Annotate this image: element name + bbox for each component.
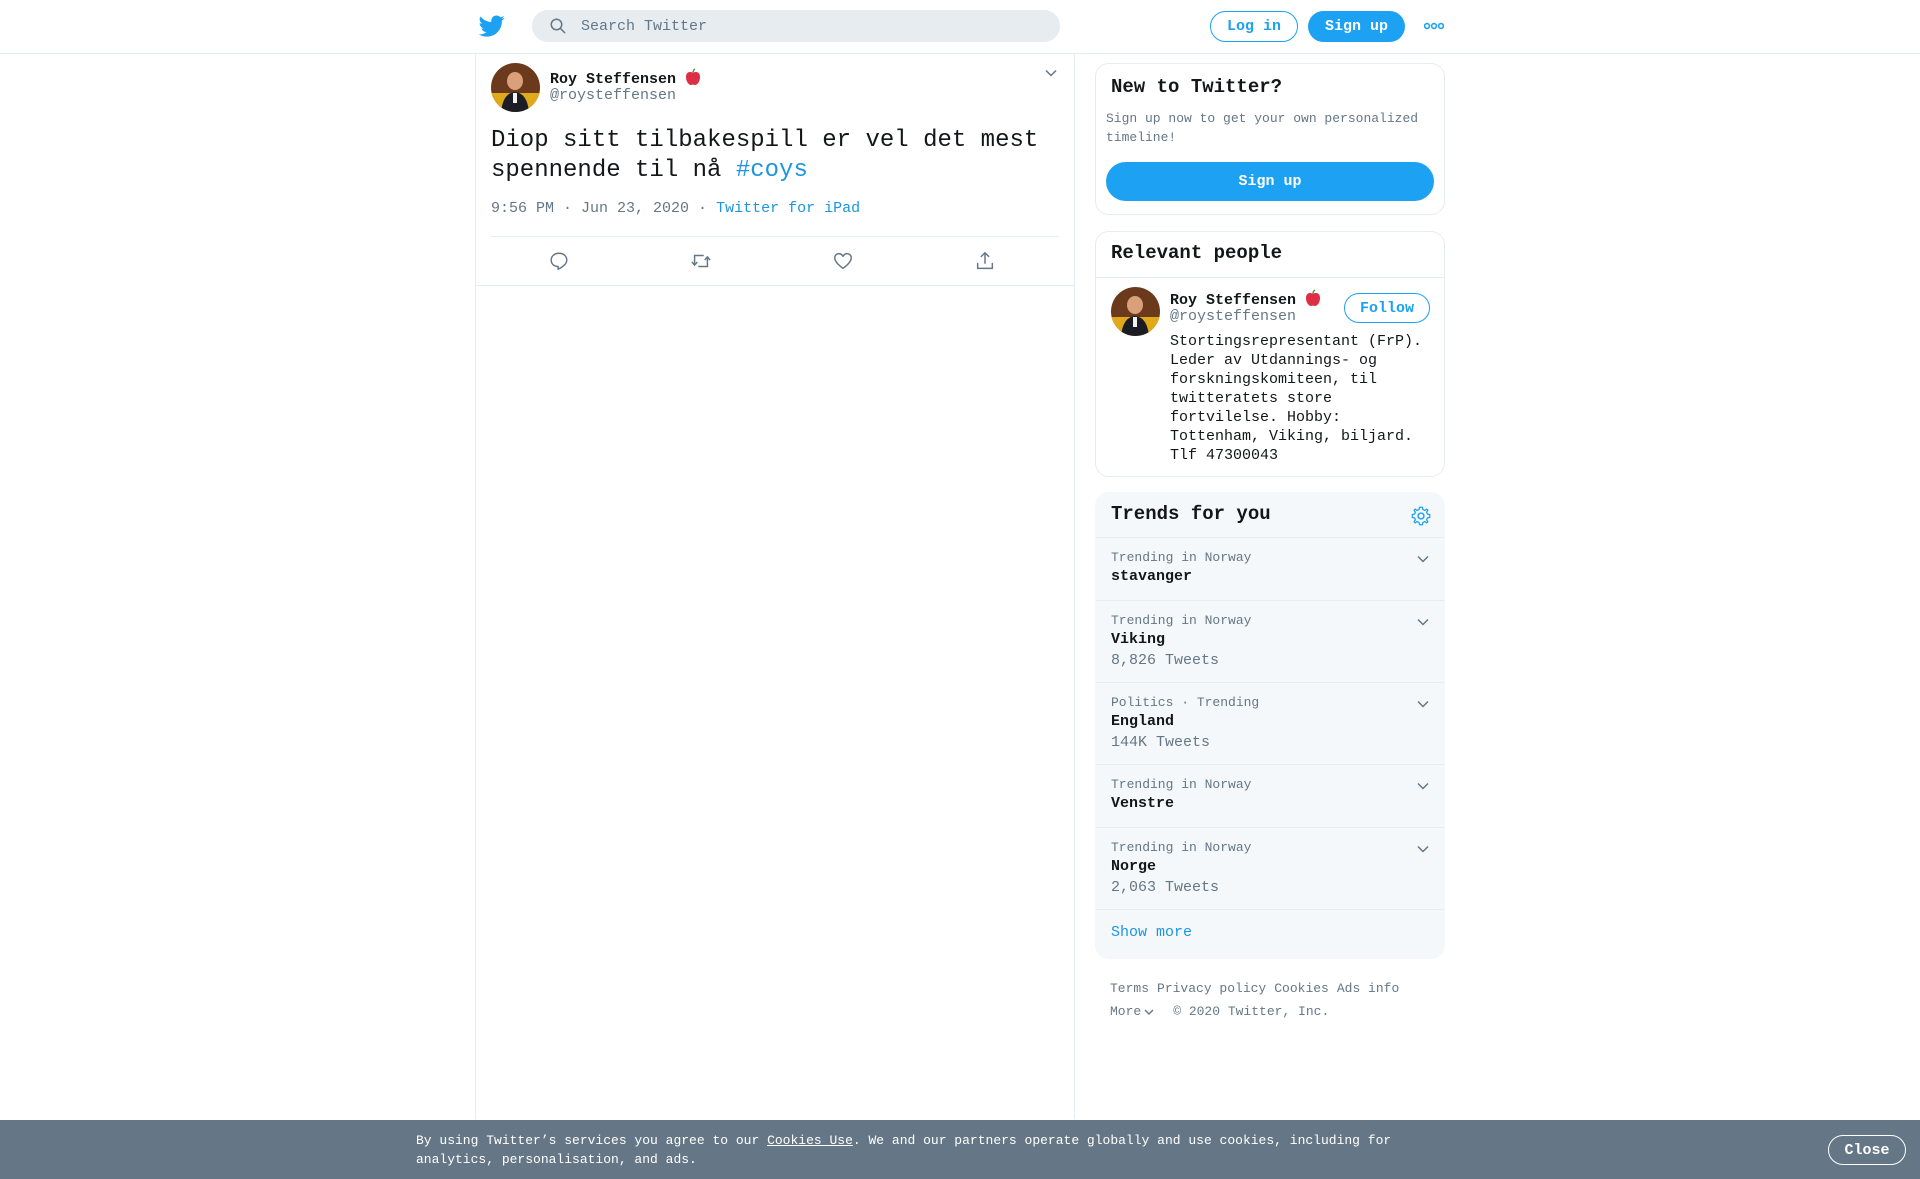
trend-item[interactable]: Politics · Trending England 144K Tweets <box>1096 682 1444 764</box>
trend-context: Trending in Norway <box>1111 840 1252 855</box>
chevron-down-icon[interactable] <box>1416 615 1430 629</box>
login-button[interactable]: Log in <box>1210 11 1298 42</box>
gear-icon[interactable] <box>1410 505 1432 527</box>
cookie-text-before: By using Twitter’s services you agree to… <box>416 1133 768 1148</box>
chevron-down-icon[interactable] <box>1044 66 1058 80</box>
heart-icon[interactable] <box>832 250 854 272</box>
chevron-down-icon[interactable] <box>1416 779 1430 793</box>
avatar[interactable] <box>1111 287 1160 336</box>
avatar-image <box>1111 287 1160 336</box>
trend-name: stavanger <box>1111 568 1193 585</box>
trend-name: England <box>1111 713 1175 730</box>
trend-count: 2,063 Tweets <box>1111 879 1220 896</box>
show-more-link[interactable]: Show more <box>1111 924 1192 941</box>
meta-separator: · <box>689 200 717 217</box>
relevant-people-card: Relevant people Roy Steffensen @roysteff… <box>1095 231 1445 477</box>
footer-links-row: Terms Privacy policy Cookies Ads info <box>1110 977 1430 1000</box>
trend-count: 8,826 Tweets <box>1111 652 1220 669</box>
chevron-down-icon <box>1144 1009 1154 1015</box>
tweet[interactable]: Roy Steffensen @roysteffensen Diop sitt … <box>476 54 1074 286</box>
card-title: Trends for you <box>1111 503 1271 525</box>
person-name-text: Roy Steffensen <box>1170 292 1297 309</box>
trend-item[interactable]: Trending in Norway stavanger <box>1096 537 1444 600</box>
author-name-text: Roy Steffensen <box>550 71 677 88</box>
trend-count: 144K Tweets <box>1111 734 1211 751</box>
search-icon <box>550 18 566 34</box>
divider <box>491 236 1059 237</box>
author-name[interactable]: Roy Steffensen <box>550 68 702 88</box>
trend-name: Viking <box>1111 631 1166 648</box>
twitter-bird-icon[interactable] <box>478 13 506 39</box>
red-apple-icon <box>1306 289 1321 306</box>
trend-context: Trending in Norway <box>1111 777 1252 792</box>
new-to-twitter-card: New to Twitter? Sign up now to get your … <box>1095 63 1445 215</box>
card-description: Sign up now to get your own personalized… <box>1106 111 1419 145</box>
avatar[interactable] <box>491 63 540 112</box>
main-column: Roy Steffensen @roysteffensen Diop sitt … <box>475 54 1075 1119</box>
search-bar[interactable] <box>532 10 1060 42</box>
copyright: © 2020 Twitter, Inc. <box>1173 1004 1330 1019</box>
reply-icon[interactable] <box>548 250 570 272</box>
author-handle[interactable]: @roysteffensen <box>550 87 676 104</box>
chevron-down-icon[interactable] <box>1416 697 1430 711</box>
footer-more-label: More <box>1110 1004 1142 1019</box>
avatar-image <box>491 63 540 112</box>
trend-name: Norge <box>1111 858 1157 875</box>
divider <box>1096 277 1444 278</box>
tweet-text: Diop sitt tilbakespill er vel det mest s… <box>491 126 1051 186</box>
tweet-source-link[interactable]: Twitter for iPad <box>716 200 860 217</box>
footer-link-cookies[interactable]: Cookies <box>1274 981 1329 996</box>
footer-more-button[interactable]: More <box>1110 1000 1165 1023</box>
footer-second-row: More © 2020 Twitter, Inc. <box>1110 1000 1430 1023</box>
footer: Terms Privacy policy Cookies Ads info More ©… <box>1110 977 1430 1023</box>
trend-context: Politics · Trending <box>1111 695 1260 710</box>
cookies-use-link[interactable]: Cookies Use <box>767 1133 853 1148</box>
trend-item[interactable]: Trending in Norway Venstre <box>1096 764 1444 827</box>
person-name[interactable]: Roy Steffensen <box>1170 289 1322 309</box>
signup-button[interactable]: Sign up <box>1308 11 1405 42</box>
chevron-down-icon[interactable] <box>1416 552 1430 566</box>
more-dots-icon[interactable] <box>1424 20 1444 32</box>
trend-context: Trending in Norway <box>1111 613 1252 628</box>
footer-link-privacy[interactable]: Privacy policy <box>1157 981 1266 996</box>
tweet-meta: 9:56 PM · Jun 23, 2020 · Twitter for iPa… <box>491 200 860 217</box>
retweet-icon[interactable] <box>690 250 712 272</box>
person-bio: Stortingsrepresentant (FrP). Leder av Ut… <box>1170 333 1423 464</box>
trend-item[interactable]: Trending in Norway Norge 2,063 Tweets <box>1096 827 1444 909</box>
cookie-text: By using Twitter’s services you agree to… <box>416 1131 1416 1169</box>
trend-item[interactable]: Trending in Norway Viking 8,826 Tweets <box>1096 600 1444 682</box>
close-button[interactable]: Close <box>1828 1135 1906 1165</box>
card-title: New to Twitter? <box>1111 76 1283 98</box>
share-icon[interactable] <box>974 250 996 272</box>
footer-link-ads-info[interactable]: Ads info <box>1337 981 1399 996</box>
search-input[interactable] <box>581 17 1021 35</box>
top-header: Log in Sign up <box>0 0 1920 54</box>
red-apple-icon <box>686 68 701 85</box>
person-handle[interactable]: @roysteffensen <box>1170 308 1296 325</box>
footer-link-terms[interactable]: Terms <box>1110 981 1149 996</box>
follow-button[interactable]: Follow <box>1344 293 1430 323</box>
chevron-down-icon[interactable] <box>1416 842 1430 856</box>
hashtag-link[interactable]: #coys <box>736 157 808 184</box>
cookie-banner: By using Twitter’s services you agree to… <box>0 1120 1920 1179</box>
trends-card: Trends for you Trending in Norway stavan… <box>1095 492 1445 959</box>
trend-name: Venstre <box>1111 795 1175 812</box>
card-title: Relevant people <box>1111 242 1283 264</box>
signup-card-button[interactable]: Sign up <box>1106 162 1434 201</box>
tweet-timestamp[interactable]: 9:56 PM · Jun 23, 2020 <box>491 200 689 217</box>
trend-context: Trending in Norway <box>1111 550 1252 565</box>
